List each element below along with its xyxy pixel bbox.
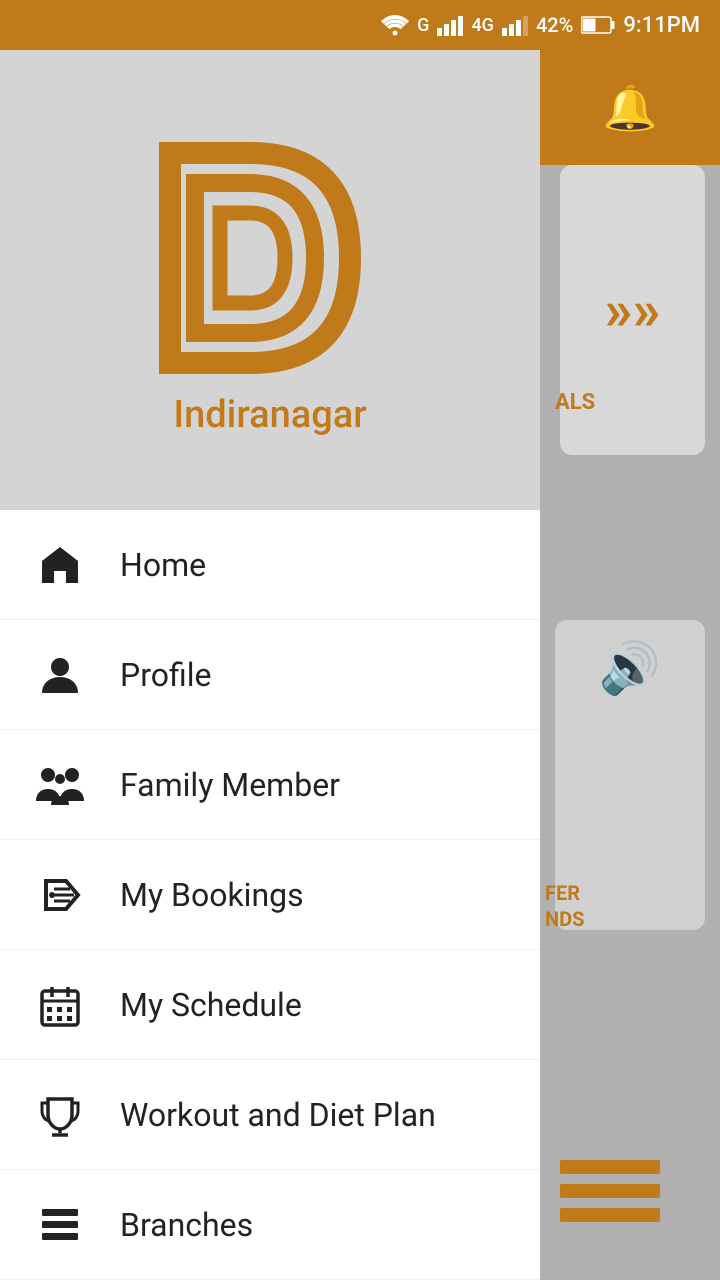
trophy-icon xyxy=(30,1085,90,1145)
status-info: G 4G 42% 9:11PM xyxy=(381,13,700,38)
time: 9:11PM xyxy=(623,13,700,38)
orange-line-3 xyxy=(560,1208,660,1222)
wifi-icon xyxy=(381,14,409,36)
app-logo xyxy=(140,123,400,393)
branch-name: Indiranagar xyxy=(173,393,366,437)
menu-item-branches[interactable]: Branches xyxy=(0,1170,540,1280)
menu-item-my-schedule[interactable]: My Schedule xyxy=(0,950,540,1060)
workout-diet-label: Workout and Diet Plan xyxy=(120,1096,436,1134)
notification-bell-icon[interactable]: 🔔 xyxy=(603,82,658,134)
status-bar: G 4G 42% 9:11PM xyxy=(0,0,720,50)
family-icon xyxy=(30,755,90,815)
network-g: G xyxy=(417,15,429,36)
menu-item-profile[interactable]: Profile xyxy=(0,620,540,730)
double-arrow-icon: »» xyxy=(605,277,661,343)
orange-lines xyxy=(560,1160,660,1232)
home-label: Home xyxy=(120,546,206,584)
drawer-menu: Home Profile xyxy=(0,510,540,1280)
branches-label: Branches xyxy=(120,1206,253,1244)
speaker-icon: 🔊 xyxy=(599,640,661,698)
battery-icon xyxy=(581,16,615,34)
battery-percentage: 42% xyxy=(536,13,573,37)
drawer-header: Indiranagar xyxy=(0,50,540,510)
signal-icon-2 xyxy=(502,14,528,36)
app-header-right: 🔔 xyxy=(540,50,720,165)
orange-line-2 xyxy=(560,1184,660,1198)
my-bookings-label: My Bookings xyxy=(120,876,304,914)
calendar-icon xyxy=(30,975,90,1035)
list-icon xyxy=(30,1195,90,1255)
menu-item-my-bookings[interactable]: My Bookings xyxy=(0,840,540,950)
right-text-line1: FER xyxy=(545,880,584,906)
network-4g: 4G xyxy=(471,15,494,36)
menu-item-family-member[interactable]: Family Member xyxy=(0,730,540,840)
person-icon xyxy=(30,645,90,705)
orange-line-1 xyxy=(560,1160,660,1174)
home-icon xyxy=(30,535,90,595)
family-member-label: Family Member xyxy=(120,766,340,804)
menu-item-workout-diet[interactable]: Workout and Diet Plan xyxy=(0,1060,540,1170)
right-text-line2: NDS xyxy=(545,906,584,932)
signal-icon xyxy=(437,14,463,36)
navigation-drawer: Indiranagar Home Profile xyxy=(0,50,540,1280)
right-panel-text-1: ALS xyxy=(555,390,595,415)
right-panel-text-2: FER NDS xyxy=(545,880,584,932)
tag-icon xyxy=(30,865,90,925)
my-schedule-label: My Schedule xyxy=(120,986,302,1024)
profile-label: Profile xyxy=(120,656,211,694)
menu-item-home[interactable]: Home xyxy=(0,510,540,620)
